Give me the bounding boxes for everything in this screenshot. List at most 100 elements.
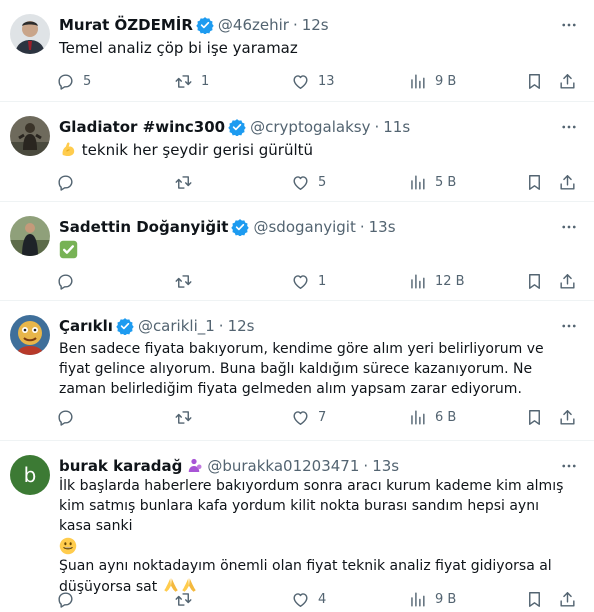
avatar[interactable]: b <box>10 455 50 495</box>
tweet-header: Murat ÖZDEMİR @46zehir · 12s <box>59 14 329 36</box>
more-options-icon[interactable] <box>560 16 578 34</box>
retweet-button[interactable]: 1 <box>174 71 209 91</box>
tweet-content <box>59 240 574 264</box>
bookmark-button[interactable] <box>525 271 544 291</box>
views-icon <box>408 72 427 91</box>
view-count: 9 B <box>435 591 457 607</box>
like-count: 5 <box>318 174 327 190</box>
action-bar: 1 12 B <box>56 271 584 291</box>
timestamp[interactable]: 12s <box>228 317 255 335</box>
tweet-card[interactable]: Gladiator #winc300 @cryptogalaksy · 11s … <box>0 102 594 202</box>
bookmark-icon <box>525 590 544 609</box>
check-mark-emoji-icon <box>59 240 78 259</box>
like-button[interactable]: 1 <box>291 271 326 291</box>
tweet-card[interactable]: b burak karadağ @burakka01203471 · 13s İ… <box>0 441 594 612</box>
reply-button[interactable] <box>56 271 83 291</box>
flexed-biceps-emoji-icon <box>62 142 75 157</box>
share-button[interactable] <box>558 172 577 192</box>
bookmark-icon <box>525 408 544 427</box>
user-handle[interactable]: @cryptogalaksy <box>250 118 370 136</box>
timestamp[interactable]: 11s <box>383 118 410 136</box>
share-button[interactable] <box>558 589 577 609</box>
bookmark-button[interactable] <box>525 172 544 192</box>
views-button[interactable]: 5 B <box>408 172 456 192</box>
retweet-icon <box>174 590 193 609</box>
display-name[interactable]: burak karadağ <box>59 457 182 475</box>
separator-dot: · <box>374 118 380 136</box>
share-button[interactable] <box>558 271 577 291</box>
avatar[interactable] <box>10 216 50 256</box>
timestamp[interactable]: 12s <box>302 16 329 34</box>
views-button[interactable]: 9 B <box>408 589 456 609</box>
timestamp[interactable]: 13s <box>369 218 396 236</box>
more-options-icon[interactable] <box>560 317 578 335</box>
reply-button[interactable] <box>56 589 83 609</box>
user-handle[interactable]: @46zehir <box>218 16 289 34</box>
display-name[interactable]: Çarıklı <box>59 317 113 335</box>
like-button[interactable]: 5 <box>291 172 326 192</box>
bookmark-button[interactable] <box>525 71 544 91</box>
retweet-button[interactable] <box>174 172 201 192</box>
person-sign-emoji-icon <box>189 458 202 472</box>
action-bar: 5 1 13 9 B <box>56 71 584 91</box>
like-count: 7 <box>318 409 327 425</box>
action-bar: 5 5 B <box>56 172 584 192</box>
action-bar: 7 6 B <box>56 407 584 427</box>
tweet-header: Sadettin Doğanyiğit @sdoganyigit · 13s <box>59 216 396 238</box>
avatar[interactable] <box>10 116 50 156</box>
retweet-button[interactable] <box>174 271 201 291</box>
retweet-button[interactable] <box>174 407 201 427</box>
share-icon <box>558 272 577 291</box>
tweet-content: İlk başlarda haberlere bakıyordum sonra … <box>59 476 574 597</box>
more-options-icon[interactable] <box>560 218 578 236</box>
tweet-card[interactable]: Sadettin Doğanyiğit @sdoganyigit · 13s 1… <box>0 202 594 301</box>
share-icon <box>558 590 577 609</box>
verified-badge-icon <box>231 219 250 236</box>
like-button[interactable]: 13 <box>291 71 335 91</box>
retweet-icon <box>174 173 193 192</box>
reply-icon <box>56 590 75 609</box>
views-button[interactable]: 12 B <box>408 271 465 291</box>
tweet-text-line: teknik her şeydir gerisi gürültü <box>59 140 574 160</box>
view-count: 12 B <box>435 273 465 289</box>
reply-icon <box>56 173 75 192</box>
tweet-text: Ben sadece fiyata bakıyorum, kendime gör… <box>59 341 544 397</box>
like-count: 13 <box>318 73 335 89</box>
retweet-button[interactable] <box>174 589 201 609</box>
share-button[interactable] <box>558 407 577 427</box>
views-icon <box>408 173 427 192</box>
separator-dot: · <box>218 317 224 335</box>
share-icon <box>558 173 577 192</box>
reply-button[interactable]: 5 <box>56 71 91 91</box>
more-options-icon[interactable] <box>560 118 578 136</box>
timestamp[interactable]: 13s <box>372 457 399 475</box>
tweet-header: Çarıklı @carikli_1 · 12s <box>59 315 254 337</box>
verified-badge-icon <box>228 119 246 136</box>
user-handle[interactable]: @carikli_1 <box>138 317 215 335</box>
bookmark-button[interactable] <box>525 589 544 609</box>
tweet-card[interactable]: Çarıklı @carikli_1 · 12s Ben sadece fiya… <box>0 301 594 441</box>
reply-icon <box>56 72 75 91</box>
tweet-text: İlk başlarda haberlere bakıyordum sonra … <box>59 478 564 534</box>
like-button[interactable]: 7 <box>291 407 326 427</box>
avatar[interactable] <box>10 315 50 355</box>
bookmark-button[interactable] <box>525 407 544 427</box>
tweet-card[interactable]: Murat ÖZDEMİR @46zehir · 12s Temel anali… <box>0 0 594 102</box>
heart-icon <box>291 408 310 427</box>
user-handle[interactable]: @sdoganyigit <box>253 218 355 236</box>
like-button[interactable]: 4 <box>291 589 326 609</box>
user-handle[interactable]: @burakka01203471 <box>207 457 359 475</box>
avatar[interactable] <box>10 14 50 54</box>
share-button[interactable] <box>558 71 577 91</box>
display-name[interactable]: Gladiator #winc300 <box>59 118 225 136</box>
display-name[interactable]: Murat ÖZDEMİR <box>59 16 193 34</box>
reply-button[interactable] <box>56 407 83 427</box>
more-options-icon[interactable] <box>560 457 578 475</box>
bookmark-icon <box>525 272 544 291</box>
views-button[interactable]: 9 B <box>408 71 456 91</box>
display-name[interactable]: Sadettin Doğanyiğit <box>59 218 228 236</box>
reply-button[interactable] <box>56 172 83 192</box>
avatar-letter: b <box>23 463 37 487</box>
like-count: 4 <box>318 591 327 607</box>
views-button[interactable]: 6 B <box>408 407 456 427</box>
